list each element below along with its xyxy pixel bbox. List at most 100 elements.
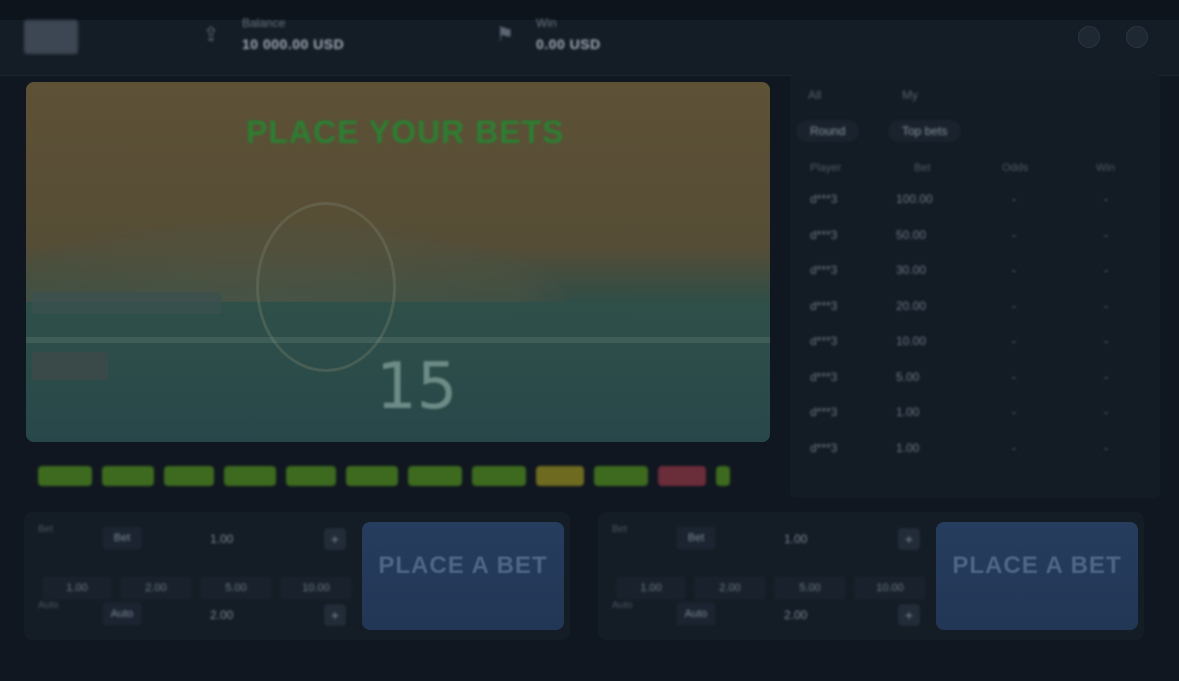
history-chip[interactable] — [472, 466, 526, 486]
row-player: d***3 — [810, 334, 838, 348]
top-header: ⇪ Balance 10 000.00 USD ⚑ Win 0.00 USD — [0, 0, 1179, 76]
quick-amount-1[interactable]: 1.00 — [616, 576, 686, 600]
row-bet: 10.00 — [896, 334, 927, 348]
track-arc — [256, 202, 396, 372]
place-bet-label-2: PLACE A BET — [952, 552, 1122, 579]
history-chip[interactable] — [408, 466, 462, 486]
row-bet: 5.00 — [896, 369, 920, 384]
row-bet: 30.00 — [896, 263, 927, 277]
bets-panel: All My Round Top bets Player Bet Odds Wi… — [790, 74, 1160, 498]
table-row: d***3 1.00 - - — [790, 433, 1160, 463]
quick-amount-2[interactable]: 2.00 — [120, 576, 192, 600]
history-chip[interactable] — [164, 466, 214, 486]
bet-controls-1: Bet Bet 1.00 + 1.00 2.00 5.00 10.00 Auto… — [24, 512, 354, 640]
row-odds: - — [1012, 334, 1016, 348]
row-player: d***3 — [810, 263, 838, 277]
history-chip[interactable] — [716, 466, 730, 486]
game-video-area: PLACE YOUR BETS 15 — [26, 82, 770, 442]
cashout-amount-1[interactable]: 2.00 — [210, 608, 233, 622]
row-player: d***3 — [810, 405, 838, 419]
history-chip[interactable] — [286, 466, 336, 486]
cashout-amount-2[interactable]: 2.00 — [784, 608, 807, 622]
history-chip[interactable] — [102, 466, 154, 486]
bet-amount-2[interactable]: 1.00 — [784, 532, 807, 546]
row-odds: - — [1012, 298, 1016, 313]
row-player: d***3 — [810, 192, 838, 206]
countdown-timer: 15 — [376, 350, 458, 424]
win-label: Win — [536, 16, 557, 30]
cashout-label-2: Auto — [612, 600, 633, 611]
game-status-text: PLACE YOUR BETS — [246, 114, 565, 150]
info-overlay-card — [32, 352, 108, 380]
history-chip[interactable] — [38, 466, 92, 486]
row-win: - — [1104, 263, 1108, 277]
row-odds: - — [1012, 405, 1016, 419]
bet-box-1: Bet Bet 1.00 + 1.00 2.00 5.00 10.00 Auto… — [24, 512, 570, 640]
bet-pill-2[interactable]: Bet — [676, 526, 716, 550]
history-chip[interactable] — [594, 466, 648, 486]
row-bet: 50.00 — [896, 227, 927, 242]
plus-icon[interactable]: + — [324, 604, 346, 626]
bet-pill-1[interactable]: Bet — [102, 526, 142, 550]
row-bet: 1.00 — [896, 405, 920, 419]
row-odds: - — [1012, 369, 1016, 384]
col-win: Win — [1096, 162, 1115, 174]
cashout-pill-2[interactable]: Auto — [676, 602, 716, 626]
row-odds: - — [1012, 263, 1016, 277]
cashout-pill-1[interactable]: Auto — [102, 602, 142, 626]
quick-amount-3[interactable]: 5.00 — [200, 576, 272, 600]
row-odds: - — [1012, 440, 1016, 455]
menu-button[interactable] — [1126, 26, 1148, 48]
place-bet-button-1[interactable]: PLACE A BET — [362, 522, 564, 630]
tab-all[interactable]: All — [808, 88, 821, 102]
row-player: d***3 — [810, 227, 838, 242]
row-odds: - — [1012, 227, 1016, 242]
quick-amount-4[interactable]: 10.00 — [280, 576, 352, 600]
col-bet: Bet — [914, 162, 931, 174]
quick-amount-2[interactable]: 2.00 — [694, 576, 766, 600]
cashout-label-1: Auto — [38, 600, 59, 611]
bet-amount-1[interactable]: 1.00 — [210, 532, 233, 546]
quick-amount-3[interactable]: 5.00 — [774, 576, 846, 600]
row-player: d***3 — [810, 298, 838, 313]
table-row: d***3 5.00 - - — [790, 362, 1160, 392]
quick-amount-1[interactable]: 1.00 — [42, 576, 112, 600]
history-chip[interactable] — [658, 466, 706, 486]
row-win: - — [1104, 405, 1108, 419]
row-odds: - — [1012, 192, 1016, 206]
bet-box-2: Bet Bet 1.00 + 1.00 2.00 5.00 10.00 Auto… — [598, 512, 1144, 640]
filter-round-button[interactable]: Round — [796, 120, 860, 142]
row-bet: 100.00 — [896, 192, 933, 206]
race-track — [26, 337, 770, 343]
plus-icon[interactable]: + — [324, 528, 346, 550]
table-row: d***3 100.00 - - — [790, 184, 1160, 214]
history-chip[interactable] — [346, 466, 398, 486]
bet-label-1: Bet — [38, 524, 54, 535]
row-win: - — [1104, 298, 1108, 313]
brand-logo[interactable] — [24, 20, 78, 54]
tab-my[interactable]: My — [902, 88, 918, 102]
row-win: - — [1104, 369, 1108, 384]
balance-value: 10 000.00 USD — [242, 36, 345, 52]
info-overlay-bar — [32, 292, 222, 314]
history-chip[interactable] — [536, 466, 584, 486]
table-row: d***3 1.00 - - — [790, 397, 1160, 427]
place-bet-label-1: PLACE A BET — [378, 552, 548, 579]
sound-button[interactable] — [1078, 26, 1100, 48]
bet-label-2: Bet — [612, 524, 628, 535]
place-bet-button-2[interactable]: PLACE A BET — [936, 522, 1138, 630]
col-odds: Odds — [1002, 162, 1029, 174]
table-row: d***3 20.00 - - — [790, 291, 1160, 321]
header-strip — [0, 0, 1179, 20]
plus-icon[interactable]: + — [898, 604, 920, 626]
row-bet: 20.00 — [896, 298, 927, 313]
plus-icon[interactable]: + — [898, 528, 920, 550]
row-win: - — [1104, 440, 1108, 455]
row-win: - — [1104, 192, 1108, 206]
table-row: d***3 30.00 - - — [790, 255, 1160, 285]
filter-top-button[interactable]: Top bets — [888, 120, 962, 142]
row-bet: 1.00 — [896, 440, 920, 455]
bet-controls-2: Bet Bet 1.00 + 1.00 2.00 5.00 10.00 Auto… — [598, 512, 928, 640]
history-chip[interactable] — [224, 466, 276, 486]
quick-amount-4[interactable]: 10.00 — [854, 576, 926, 600]
